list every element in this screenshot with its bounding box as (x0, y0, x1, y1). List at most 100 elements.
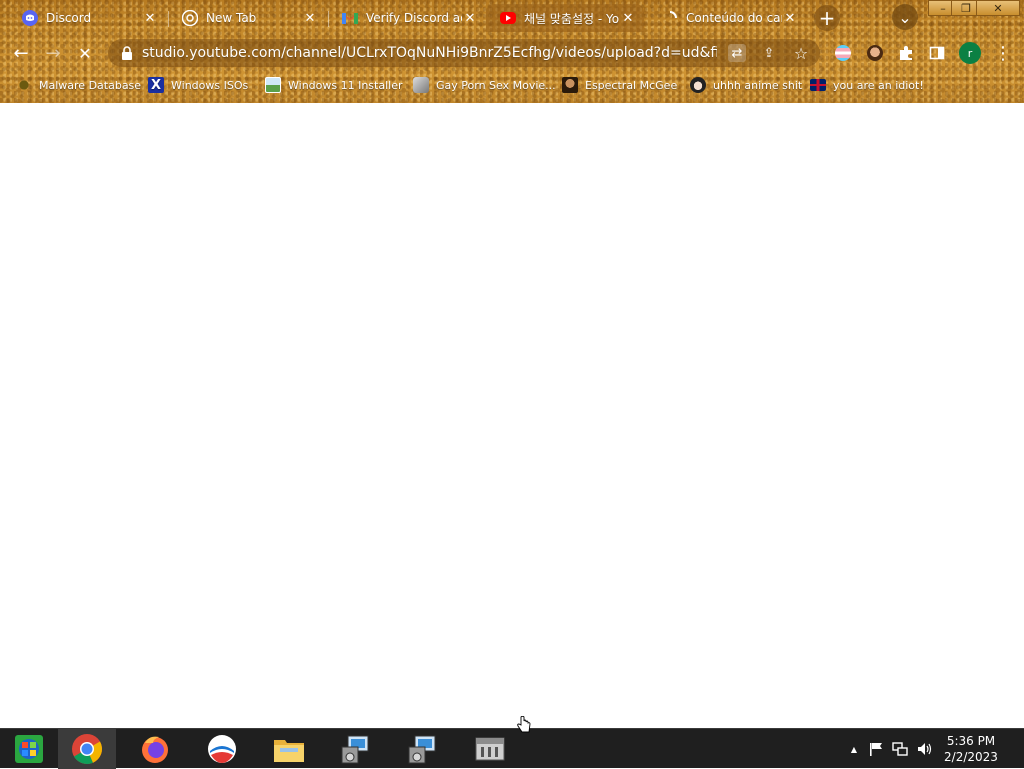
page-content-blank[interactable] (0, 103, 1024, 728)
bookmarks-bar: Malware Database X Windows ISOs Windows … (0, 72, 1024, 98)
close-icon[interactable]: ✕ (782, 10, 798, 26)
stop-icon: ✕ (78, 43, 92, 63)
hand-cursor-icon (517, 716, 531, 733)
volume-icon[interactable] (917, 741, 933, 757)
taskbar-firefox[interactable] (126, 729, 184, 769)
translate-icon[interactable]: ⇄ (728, 44, 746, 62)
kebab-menu-icon: ⋮ (994, 42, 1012, 64)
start-orb-icon (15, 735, 43, 763)
tab-label: 채널 맞춤설정 - Yo (524, 11, 620, 26)
malware-icon (16, 77, 32, 93)
profile-button[interactable]: r (957, 40, 983, 66)
bookmark-label: Windows 11 Installer (288, 78, 403, 92)
action-center-flag-icon[interactable] (868, 741, 884, 757)
taskbar: ▲ 5:36 PM 2/2/2023 (0, 728, 1024, 769)
tab-label: New Tab (206, 11, 257, 25)
start-button[interactable] (0, 729, 58, 769)
flag-icon (810, 79, 826, 91)
close-icon[interactable]: ✕ (302, 10, 318, 26)
close-icon[interactable]: ✕ (142, 10, 158, 26)
clock-date: 2/2/2023 (944, 750, 998, 764)
tab-label: Verify Discord ac (366, 11, 462, 25)
stop-loading-button[interactable]: ✕ (72, 40, 98, 66)
bookmark-favicon-icon (690, 77, 706, 93)
discord-icon (22, 10, 38, 26)
minimize-icon: – (940, 1, 946, 15)
firefox-icon (142, 736, 168, 763)
chrome-icon (182, 10, 198, 26)
close-icon[interactable]: ✕ (462, 10, 478, 26)
bookmark-you-are-an-idiot[interactable]: you are an idiot! (810, 75, 924, 95)
lock-icon (122, 46, 132, 60)
tab-youtube-studio[interactable]: 채널 맞춤설정 - Yo ✕ (486, 4, 644, 32)
tab-discord[interactable]: Discord ✕ (8, 4, 166, 32)
bookmark-gay-porn[interactable]: Gay Porn Sex Movie... (413, 75, 556, 95)
installer-icon (341, 735, 369, 764)
installer-icon (408, 735, 436, 764)
new-tab-button[interactable]: + (814, 5, 840, 31)
bookmark-label: you are an idiot! (833, 78, 924, 92)
extensions-button[interactable] (893, 40, 919, 66)
gmail-icon (342, 10, 358, 26)
bookmark-malware-database[interactable]: Malware Database (16, 75, 141, 95)
windows-x-icon: X (148, 77, 164, 93)
opera-icon (208, 735, 236, 763)
taskbar-opera[interactable] (193, 729, 251, 769)
bookmark-favicon-icon (413, 77, 429, 93)
restore-icon: ❐ (961, 1, 971, 15)
window-close-button[interactable]: ✕ (976, 0, 1020, 16)
tray-overflow-icon[interactable]: ▲ (846, 741, 862, 757)
bookmark-anime[interactable]: uhhh anime shit (690, 75, 802, 95)
back-arrow-icon: ← (13, 42, 29, 64)
address-bar[interactable]: studio.youtube.com/channel/UCLrxTOqNuNHi… (108, 39, 820, 67)
archive-icon (475, 737, 505, 761)
toolbar: ← → ✕ studio.youtube.com/channel/UCLrxTO… (0, 36, 1024, 70)
url-text[interactable]: studio.youtube.com/channel/UCLrxTOqNuNHi… (142, 45, 717, 61)
bookmark-label: Windows ISOs (171, 78, 249, 92)
clock-time: 5:36 PM (946, 734, 996, 748)
loading-icon (662, 10, 678, 26)
bookmark-label: Gay Porn Sex Movie... (436, 78, 556, 92)
taskbar-chrome[interactable] (58, 729, 116, 769)
close-icon[interactable]: ✕ (620, 10, 636, 26)
taskbar-file-explorer[interactable] (260, 729, 318, 769)
bookmark-label: Malware Database (39, 78, 142, 92)
taskbar-installer-2[interactable] (394, 729, 452, 769)
forward-arrow-icon: → (45, 42, 61, 64)
bookmark-label: Espectral McGee (585, 78, 678, 92)
folder-icon (274, 740, 304, 762)
tab-label: Discord (46, 11, 92, 25)
bookmark-windows-isos[interactable]: X Windows ISOs (148, 75, 248, 95)
trans-flag-icon (835, 45, 851, 61)
taskbar-archive[interactable] (461, 729, 519, 769)
bookmark-label: uhhh anime shit (713, 78, 803, 92)
tab-verify-discord[interactable]: Verify Discord ac ✕ (328, 4, 486, 32)
menu-button[interactable]: ⋮ (990, 40, 1016, 66)
system-clock[interactable]: 5:36 PM 2/2/2023 (936, 733, 1006, 765)
network-icon[interactable] (892, 741, 908, 757)
share-icon[interactable]: ⇪ (760, 44, 778, 62)
bookmark-favicon-icon (562, 77, 578, 93)
extension-avatar-button[interactable] (862, 40, 888, 66)
extension-trans-flag-button[interactable] (830, 40, 856, 66)
chevron-down-icon: ⌄ (898, 7, 912, 27)
tab-conteudo-do-canal[interactable]: Conteúdo do canal ✕ (648, 4, 806, 32)
side-panel-icon (929, 46, 945, 60)
taskbar-installer-1[interactable] (327, 729, 385, 769)
tab-search-button[interactable]: ⌄ (892, 4, 918, 30)
tab-new-tab[interactable]: New Tab ✕ (168, 4, 326, 32)
profile-avatar: r (959, 42, 981, 64)
side-panel-button[interactable] (924, 40, 950, 66)
bookmark-espectral-mcgee[interactable]: Espectral McGee (562, 75, 677, 95)
chrome-icon (72, 734, 102, 764)
installer-icon (265, 77, 281, 93)
browser-frame: Discord ✕ New Tab ✕ Verify Discord ac ✕ … (0, 0, 1024, 103)
face-icon (867, 45, 883, 61)
forward-button[interactable]: → (40, 40, 66, 66)
puzzle-icon (900, 46, 912, 60)
close-icon: ✕ (993, 1, 1003, 15)
bookmark-star-icon[interactable]: ☆ (792, 44, 810, 63)
plus-icon: + (818, 6, 836, 30)
bookmark-windows-11-installer[interactable]: Windows 11 Installer (265, 75, 403, 95)
back-button[interactable]: ← (8, 40, 34, 66)
